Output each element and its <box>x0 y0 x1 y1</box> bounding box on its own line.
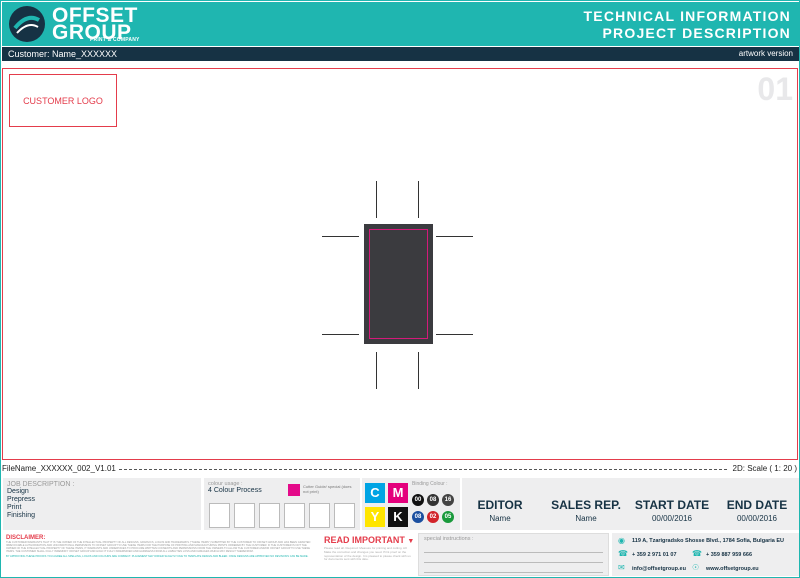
read-important-body: Please read all. Required: Measure for p… <box>324 546 411 562</box>
start-date-block: START DATE 00/00/2016 <box>634 498 710 523</box>
start-date-value: 00/00/2016 <box>651 514 693 523</box>
disclaimer-panel: DISCLAIMER: THE CUSTOMER WARRANTS THAT I… <box>3 533 320 576</box>
crop-mark <box>436 334 473 335</box>
instruction-line <box>424 572 603 573</box>
job-description-panel: JOB DESCRIPTION : Design Prepress Print … <box>3 478 201 530</box>
customer-bar: Customer: Name_XXXXXX artwork version <box>2 47 799 61</box>
file-name: FileName_XXXXXX_002_V1.01 <box>2 463 118 474</box>
crop-mark <box>436 236 473 237</box>
job-item: Design <box>7 488 29 495</box>
phone-icon: ☎ <box>618 549 628 558</box>
email-icon: ✉ <box>618 563 625 572</box>
colour-usage-panel: colour usage : 4 Colour Process Cutter G… <box>204 478 360 530</box>
crop-mark <box>322 334 359 335</box>
header-bar: OFFSET GROUP PRINT & COMPANY TECHNICAL I… <box>2 2 799 46</box>
customer-logo-placeholder: CUSTOMER LOGO <box>9 74 117 127</box>
special-instructions-panel: special instructions : <box>418 533 609 576</box>
job-description-label: JOB DESCRIPTION : <box>7 481 75 488</box>
header-title: TECHNICAL INFORMATION PROJECT DESCRIPTIO… <box>584 8 791 42</box>
end-date-value: 00/00/2016 <box>736 514 778 523</box>
page-number: 01 <box>757 71 793 107</box>
artboard: CUSTOMER LOGO 01 <box>2 68 798 460</box>
job-item: Print <box>7 504 22 511</box>
cutter-guide-note: Cutter Guide/ special (does not print) <box>303 484 352 494</box>
crop-mark <box>376 181 377 218</box>
binding-colour-label: Binding Colour : <box>412 481 448 487</box>
cyan-swatch: C <box>365 483 385 503</box>
binding-dot: 08 <box>427 494 439 506</box>
cutter-guide-swatch <box>288 484 300 496</box>
people-dates-panel: EDITOR Name SALES REP. Name START DATE 0… <box>462 478 799 530</box>
filename-line: FileName_XXXXXX_002_V1.01 2D: Scale ( 1:… <box>2 463 799 474</box>
web-icon: ☉ <box>692 563 700 572</box>
sales-rep-label: SALES REP. <box>551 498 621 512</box>
read-important-title: READ IMPORTANT ▼ <box>324 535 415 545</box>
read-important-panel: READ IMPORTANT ▼ Please read all. Requir… <box>322 533 417 576</box>
page: OFFSET GROUP PRINT & COMPANY TECHNICAL I… <box>0 0 800 578</box>
mobile-icon: ☎ <box>692 549 702 558</box>
title-line-2: PROJECT DESCRIPTION <box>602 25 791 41</box>
cmyk-panel: C M Y K Binding Colour : 00 08 16 08 02 … <box>362 478 460 530</box>
scale-label: 2D: Scale ( 1: 20 ) <box>730 463 797 474</box>
binding-dot: 00 <box>412 494 424 506</box>
yellow-swatch: Y <box>365 507 385 527</box>
footer: JOB DESCRIPTION : Design Prepress Print … <box>2 476 799 577</box>
editor-label: EDITOR <box>477 498 523 512</box>
dashed-divider <box>114 469 727 470</box>
sales-rep-name: Name <box>575 514 597 523</box>
finish-icon <box>209 503 230 528</box>
magenta-swatch: M <box>388 483 408 503</box>
editor-block: EDITOR Name <box>470 498 530 523</box>
phone-2: + 359 887 959 666 <box>706 552 753 558</box>
crop-mark <box>322 236 359 237</box>
job-item: Finishing <box>7 512 36 519</box>
artwork-version: artwork version <box>738 49 793 58</box>
website[interactable]: www.offsetgroup.eu <box>706 566 759 572</box>
binding-dot: 08 <box>412 511 424 523</box>
crop-mark <box>418 181 419 218</box>
finish-icon <box>284 503 305 528</box>
finish-icon <box>334 503 355 528</box>
finish-icon <box>259 503 280 528</box>
address: 119 A, Tzarigradsko Shosse Blvd., 1784 S… <box>632 538 785 544</box>
contact-panel: ◉ 119 A, Tzarigradsko Shosse Blvd., 1784… <box>612 533 799 576</box>
instruction-line <box>424 562 603 563</box>
instruction-line <box>424 552 603 553</box>
finish-icon <box>309 503 330 528</box>
phone-1: + 359 2 971 01 07 <box>632 552 677 558</box>
binding-dot: 02 <box>427 511 439 523</box>
product-artwork <box>364 224 433 344</box>
crop-mark <box>376 352 377 389</box>
cutter-guide <box>369 229 428 339</box>
binding-dot: 16 <box>442 494 454 506</box>
disclaimer-approval: BY APPROVING THESE PROOFS YOU AGREE ALL … <box>6 555 309 559</box>
offset-group-logo-icon <box>9 6 45 42</box>
customer-name: Customer: Name_XXXXXX <box>8 49 118 59</box>
special-instructions-label: special instructions : <box>424 536 474 542</box>
start-date-label: START DATE <box>634 498 710 512</box>
brand-subtitle: PRINT & COMPANY <box>90 37 140 43</box>
job-item: Prepress <box>7 496 36 503</box>
chevron-down-icon: ▼ <box>407 538 415 545</box>
end-date-block: END DATE 00/00/2016 <box>722 498 792 523</box>
black-swatch: K <box>388 507 408 527</box>
location-icon: ◉ <box>618 536 625 545</box>
editor-name: Name <box>489 514 511 523</box>
disclaimer-body: THE CUSTOMER WARRANTS THAT IT IS THE OWN… <box>6 541 311 554</box>
title-line-1: TECHNICAL INFORMATION <box>583 8 791 24</box>
finish-icon <box>234 503 255 528</box>
sales-rep-block: SALES REP. Name <box>550 498 622 523</box>
email[interactable]: info@offsetgroup.eu <box>632 566 686 572</box>
end-date-label: END DATE <box>726 498 788 512</box>
binding-dot: 05 <box>442 511 454 523</box>
crop-mark <box>418 352 419 389</box>
